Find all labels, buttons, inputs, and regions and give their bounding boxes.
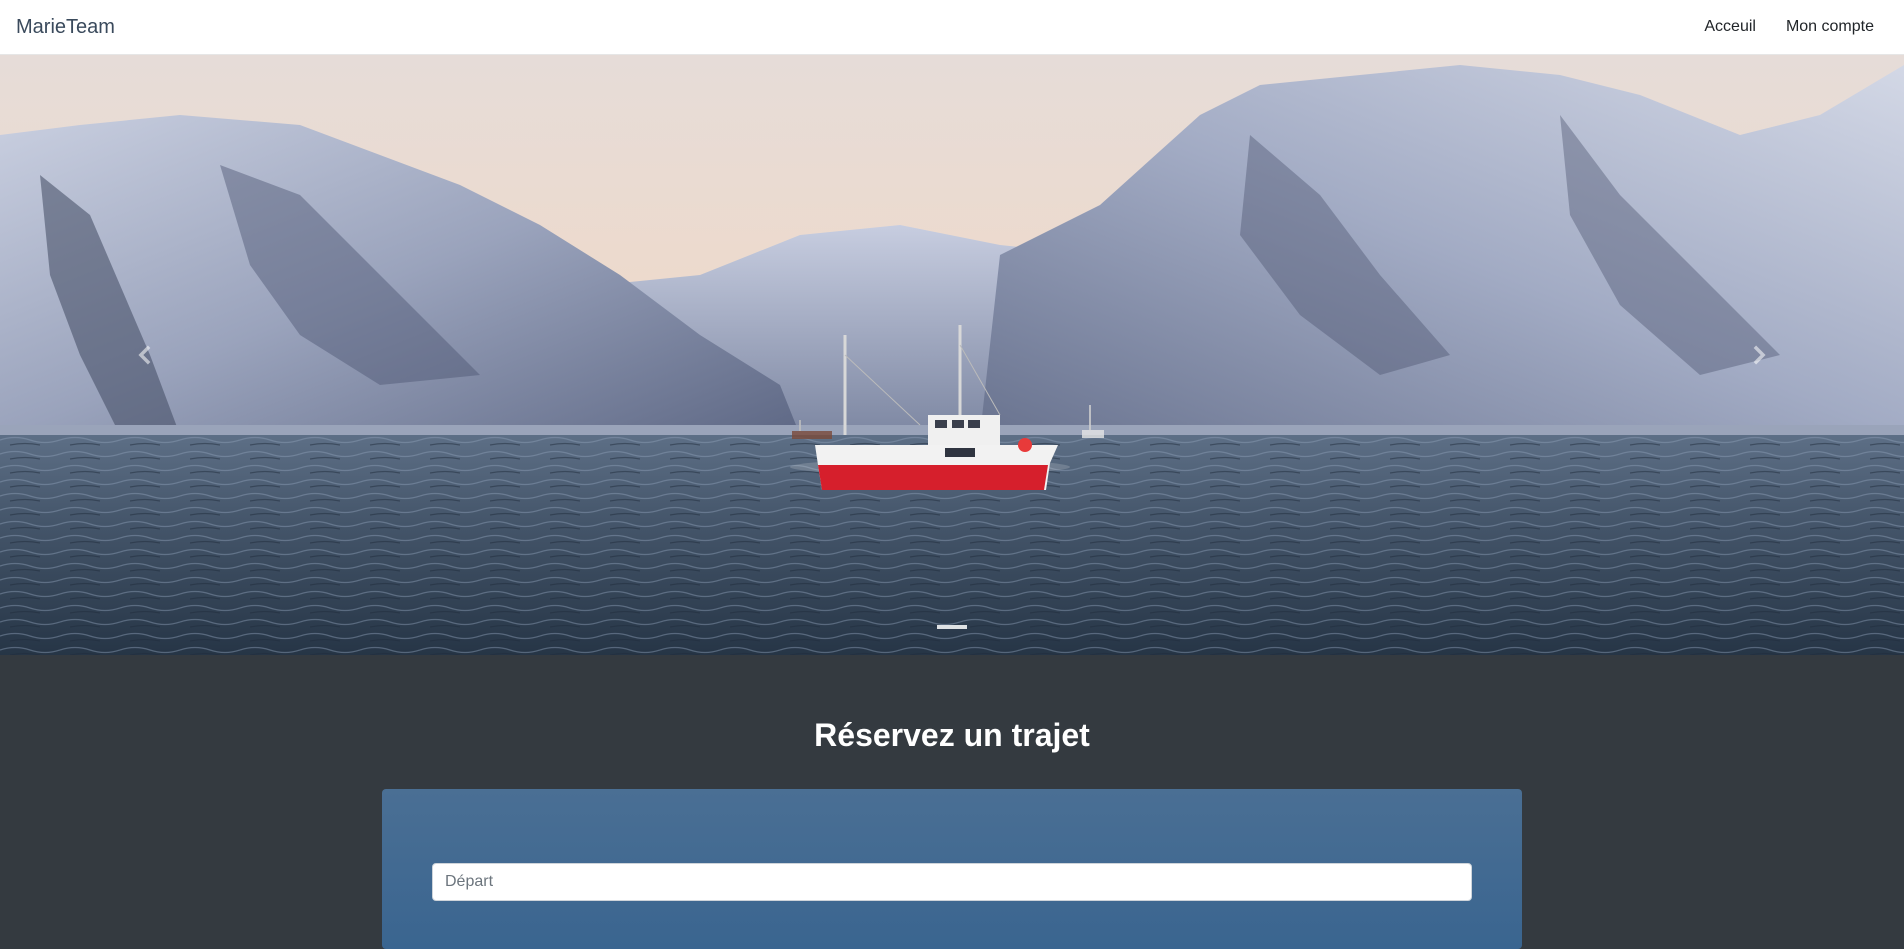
carousel-next-button[interactable] [1614,55,1904,655]
hero-carousel [0,55,1904,655]
carousel-indicator-active[interactable] [937,625,967,629]
booking-title: Réservez un trajet [814,717,1090,753]
booking-section: Réservez un trajet [0,655,1904,949]
navbar: MarieTeam Acceuil Mon compte [0,0,1904,55]
nav-link-acceuil[interactable]: Acceuil [1704,18,1756,36]
brand-logo-link[interactable]: MarieTeam [16,16,115,39]
carousel-indicators [0,625,1904,629]
booking-form-card [382,789,1522,949]
nav-link-mon-compte[interactable]: Mon compte [1786,18,1874,36]
chevron-right-icon [1753,345,1766,365]
chevron-left-icon [138,345,151,365]
nav-links: Acceuil Mon compte [1704,18,1888,36]
carousel-prev-button[interactable] [0,55,290,655]
depart-input[interactable] [432,863,1472,901]
